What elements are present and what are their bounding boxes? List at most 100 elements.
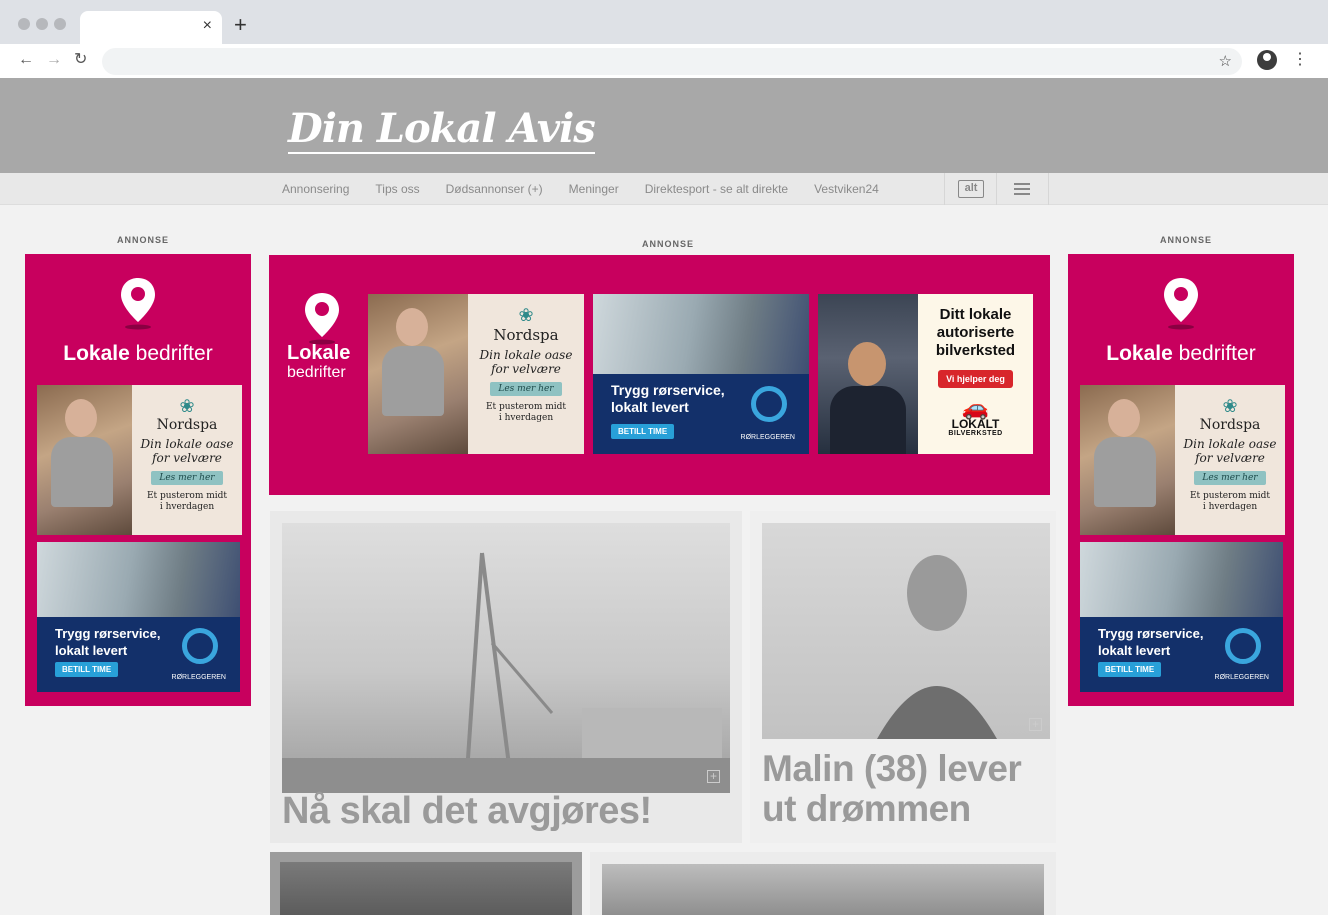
article-card[interactable] [590, 852, 1056, 915]
harbour-cranes-illustration [282, 552, 730, 793]
plumber-line-1: Trygg rørservice, [55, 626, 161, 641]
ad-brand-title: Lokale bedrifter [1068, 342, 1294, 366]
browser-menu-icon[interactable]: ⋮ [1292, 50, 1308, 70]
ad-label-right: ANNONSE [1160, 235, 1213, 245]
address-bar[interactable]: ☆ [102, 48, 1242, 75]
expand-icon[interactable]: + [707, 770, 720, 783]
spa-read-more-button[interactable]: Les mer her [1194, 471, 1266, 485]
window-controls[interactable] [18, 18, 66, 30]
spa-sub-1: Et pusterom midt [146, 491, 228, 501]
lotus-icon: ❀ [518, 305, 534, 325]
spa-tagline-2: for velvære [1195, 451, 1265, 465]
car-line-1: Ditt lokale [939, 306, 1012, 323]
spa-read-more-button[interactable]: Les mer her [490, 382, 562, 396]
spa-sub-2: i hverdagen [159, 502, 215, 512]
plumber-ad-card[interactable]: Trygg rørservice, lokalt levert BETILL T… [1080, 542, 1283, 692]
nav-divider [996, 173, 997, 205]
article-photo: + [762, 523, 1050, 739]
ad-label-top: ANNONSE [642, 239, 695, 249]
plumber-text: Trygg rørservice, lokalt levert [55, 625, 161, 659]
side-ad-right[interactable]: Lokale bedrifter ❀ Nordspa Din lokale oa… [1068, 254, 1294, 706]
article-card[interactable] [270, 852, 582, 915]
spa-tagline-2: for velvære [491, 362, 561, 376]
maximize-window-dot[interactable] [54, 18, 66, 30]
close-window-dot[interactable] [18, 18, 30, 30]
side-ad-left[interactable]: Lokale bedrifter ❀ Nordspa Din lokale oa… [25, 254, 251, 706]
nav-item-dodsannonser[interactable]: Dødsannonser (+) [446, 182, 543, 196]
minimize-window-dot[interactable] [36, 18, 48, 30]
map-pin-icon [305, 293, 339, 345]
car-help-button[interactable]: Vi hjelper deg [938, 370, 1013, 388]
spa-text: ❀ Nordspa Din lokale oase for velvære Le… [1175, 385, 1285, 535]
nav-divider [944, 173, 945, 205]
bookmark-star-icon[interactable]: ☆ [1219, 52, 1232, 70]
new-tab-button[interactable]: + [234, 14, 247, 36]
brand-bold: Lokale [1106, 342, 1173, 365]
spa-sub-2: i hverdagen [498, 413, 554, 423]
car-icon: 🚗 [961, 395, 990, 420]
site-logo[interactable]: Din Lokal Avis [288, 106, 596, 154]
reload-icon[interactable]: ↻ [74, 51, 87, 69]
plumber-book-button[interactable]: BETILL TIME [611, 424, 675, 439]
plumber-photo [593, 294, 809, 374]
spa-photo [368, 294, 468, 454]
profile-avatar-icon[interactable] [1257, 50, 1277, 70]
plumber-book-button[interactable]: BETILL TIME [1098, 662, 1162, 677]
car-line-2: autoriserte [936, 324, 1015, 341]
spa-sub-2: i hverdagen [1202, 502, 1258, 512]
brand-bold: Lokale [63, 342, 130, 365]
spa-ad-card[interactable]: ❀ Nordspa Din lokale oase for velvære Le… [368, 294, 584, 454]
plumber-brand: RØRLEGGEREN [740, 434, 795, 441]
nav-item-meninger[interactable]: Meninger [569, 182, 619, 196]
forward-icon[interactable]: → [46, 51, 62, 69]
article-photo [602, 864, 1044, 915]
map-pin-icon [121, 278, 155, 330]
headline-line-1: Malin (38) lever [762, 748, 1022, 789]
plumber-line-2: lokalt levert [611, 399, 689, 415]
nav-item-tips-oss[interactable]: Tips oss [375, 182, 419, 196]
spa-name: Nordspa [1199, 417, 1261, 433]
site-masthead: Din Lokal Avis [0, 78, 1328, 173]
spa-ad-card[interactable]: ❀ Nordspa Din lokale oase for velvære Le… [37, 385, 242, 535]
plumber-text: Trygg rørservice, lokalt levert [611, 382, 725, 416]
nav-links: Annonsering Tips oss Dødsannonser (+) Me… [268, 173, 879, 205]
car-workshop-ad-card[interactable]: Ditt lokale autoriserte bilverksted Vi h… [818, 294, 1033, 454]
alt-text-icon[interactable]: alt [958, 180, 984, 198]
plumber-text: Trygg rørservice, lokalt levert [1098, 625, 1204, 659]
hamburger-menu-icon[interactable] [1014, 183, 1030, 195]
plumber-photo [1080, 542, 1283, 617]
article-card[interactable]: + Malin (38) lever ut drømmen [750, 511, 1056, 843]
article-headline[interactable]: Malin (38) lever ut drømmen [762, 748, 1022, 829]
tab-close-icon[interactable]: × [203, 17, 212, 35]
plumber-ad-card[interactable]: Trygg rørservice, lokalt levert BETILL T… [37, 542, 240, 692]
car-text: Ditt lokale autoriserte bilverksted Vi h… [918, 294, 1033, 437]
plumber-ad-card[interactable]: Trygg rørservice, lokalt levert BETILL T… [593, 294, 809, 454]
plumber-line-2: lokalt levert [1098, 643, 1171, 658]
lotus-icon: ❀ [1222, 396, 1238, 416]
mechanic-photo [818, 294, 918, 454]
browser-tab[interactable]: × [80, 11, 222, 44]
brand-light: bedrifter [287, 364, 346, 381]
plumber-book-button[interactable]: BETILL TIME [55, 662, 119, 677]
expand-icon[interactable]: + [1029, 718, 1042, 731]
back-icon[interactable]: ← [18, 51, 34, 69]
article-headline[interactable]: Nå skal det avgjøres! [282, 791, 652, 831]
nav-item-vestviken24[interactable]: Vestviken24 [814, 182, 879, 196]
spa-photo [1080, 385, 1175, 535]
lotus-icon: ❀ [179, 396, 195, 416]
plumber-line-1: Trygg rørservice, [1098, 626, 1204, 641]
spa-name: Nordspa [156, 417, 218, 433]
nav-item-direktesport[interactable]: Direktesport - se alt direkte [645, 182, 788, 196]
nav-item-annonsering[interactable]: Annonsering [282, 182, 349, 196]
top-banner-ad[interactable]: Lokale bedrifter ❀ Nordspa Din lokale oa… [269, 255, 1050, 495]
article-card[interactable]: + Nå skal det avgjøres! [270, 511, 742, 843]
plumber-line-2: lokalt levert [55, 643, 128, 658]
site-navbar: Annonsering Tips oss Dødsannonser (+) Me… [0, 173, 1328, 205]
plumber-photo [37, 542, 240, 617]
plumber-line-1: Trygg rørservice, [611, 382, 725, 398]
spa-read-more-button[interactable]: Les mer her [151, 471, 223, 485]
spa-tagline-2: for velvære [152, 451, 222, 465]
banner-brand-title: Lokale bedrifter [287, 343, 350, 383]
water-drop-logo-icon [751, 386, 787, 422]
spa-ad-card[interactable]: ❀ Nordspa Din lokale oase for velvære Le… [1080, 385, 1285, 535]
